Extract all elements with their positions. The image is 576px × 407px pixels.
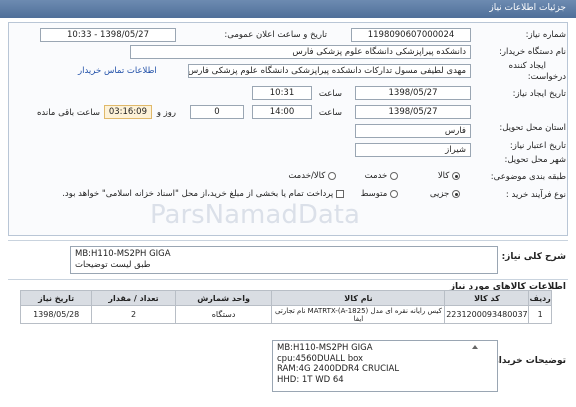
buyer-desc-line-1: MB:H110-MS2PH GIGA [277, 343, 373, 353]
col-code: کد کالا [444, 290, 530, 306]
purchase-option-minor-label: جزیی [429, 189, 450, 199]
radio-both[interactable] [328, 172, 336, 180]
created-date-field[interactable]: 1398/05/27 [355, 86, 471, 100]
city-label: شهر محل تحویل: [504, 155, 566, 165]
summary-label: شرح کلی نیاز: [501, 252, 566, 262]
items-table: ردیف کد کالا نام کالا واحد شمارش تعداد /… [19, 290, 552, 324]
treasury-payment-option[interactable]: پرداخت تمام یا بخشی از مبلغ خرید،از محل … [62, 189, 344, 200]
cell-date: 1398/05/28 [19, 305, 93, 324]
divider [8, 279, 568, 280]
requester-label-2: درخواست: [527, 72, 566, 82]
col-qty: تعداد / مقدار [91, 290, 176, 306]
cell-qty: 2 [91, 305, 176, 324]
buyer-org-field[interactable]: دانشکده پیراپزشکی دانشگاه علوم پزشکی فار… [130, 45, 471, 59]
purchase-option-medium[interactable]: متوسط [361, 189, 398, 200]
requester-field[interactable]: مهدی لطیفی مسول تدارکات دانشکده پیراپزشک… [188, 64, 471, 78]
deadline-time-label: ساعت [318, 108, 342, 118]
need-number-field[interactable]: 1198090607000024 [351, 28, 471, 42]
cell-unit: دستگاه [174, 305, 273, 324]
requester-label-1: ایجاد کننده [508, 61, 546, 71]
summary-field[interactable]: MB:H110-MS2PH GIGA طبق لیست توضیحات [70, 246, 498, 274]
days-field[interactable]: 0 [190, 105, 244, 119]
category-label: طبقه بندی موضوعی: [490, 172, 566, 182]
created-time-label: ساعت [318, 89, 342, 99]
deadline-date-field[interactable]: 1398/05/27 [355, 105, 471, 119]
category-option-goods[interactable]: کالا [438, 171, 460, 182]
radio-medium[interactable] [390, 190, 398, 198]
buyer-desc-line-2: cpu:4560DUALL box [277, 353, 364, 364]
page-title: جزئیات اطلاعات نیاز [489, 3, 566, 13]
col-date: تاریخ نیاز [19, 290, 93, 306]
summary-line-2: طبق لیست توضیحات [75, 259, 151, 270]
announce-label: تاریخ و ساعت اعلان عمومی: [224, 30, 327, 40]
created-label: تاریخ ایجاد نیاز: [512, 89, 566, 99]
category-option-both-label: کالا/خدمت [288, 171, 326, 181]
announce-field[interactable]: 1398/05/27 - 10:33 [40, 28, 176, 42]
divider [8, 240, 568, 241]
col-unit: واحد شمارش [174, 290, 273, 306]
category-option-goods-label: کالا [437, 171, 450, 181]
radio-minor[interactable] [452, 190, 460, 198]
cell-code: 2231200093480037 [444, 305, 530, 324]
remaining-time-field: 03:16:09 [104, 105, 152, 119]
scroll-up-icon[interactable] [472, 345, 478, 349]
category-option-both[interactable]: کالا/خدمت [288, 171, 336, 182]
buyer-desc-line-3: RAM:4G 2400DDR4 CRUCIAL [277, 364, 400, 374]
need-number-label: شماره نیاز: [525, 30, 566, 40]
purchase-option-medium-label: متوسط [360, 189, 388, 199]
deadline-label: تاریخ اعتبار نیاز: [509, 141, 566, 151]
items-header-row: ردیف کد کالا نام کالا واحد شمارش تعداد /… [19, 290, 552, 306]
buyer-desc-field[interactable]: MB:H110-MS2PH GIGA cpu:4560DUALL box RAM… [272, 340, 498, 392]
title-bar: جزئیات اطلاعات نیاز [0, 0, 576, 18]
buyer-org-label: نام دستگاه خریدار: [499, 47, 566, 57]
province-field[interactable]: فارس [355, 124, 471, 138]
buyer-desc-label: توضیحات خریدار: [490, 356, 566, 366]
cell-row: 1 [528, 305, 552, 324]
radio-service[interactable] [390, 172, 398, 180]
days-label: روز و [156, 108, 176, 118]
radio-goods[interactable] [452, 172, 460, 180]
category-option-service-label: خدمت [364, 171, 388, 181]
col-name: نام کالا [271, 290, 446, 306]
cell-name: کیس رایانه نقره ای مدل MATRTX-(A-1825) ن… [271, 305, 446, 324]
deadline-time-field[interactable]: 14:00 [252, 105, 312, 119]
col-row: ردیف [528, 290, 552, 306]
table-row[interactable]: 1 2231200093480037 کیس رایانه نقره ای مد… [19, 305, 552, 324]
category-option-service[interactable]: خدمت [365, 171, 398, 182]
created-time-field[interactable]: 10:31 [252, 86, 312, 100]
purchase-option-minor[interactable]: جزیی [430, 189, 460, 200]
city-field[interactable]: شیراز [355, 143, 471, 157]
summary-line-1: MB:H110-MS2PH GIGA [75, 249, 171, 259]
treasury-checkbox[interactable] [336, 190, 344, 198]
remaining-label: ساعت باقی مانده [36, 108, 100, 118]
province-label: استان محل تحویل: [499, 123, 566, 133]
treasury-note: پرداخت تمام یا بخشی از مبلغ خرید،از محل … [62, 189, 334, 199]
purchase-type-label: نوع فرآیند خرید : [505, 190, 566, 200]
buyer-desc-line-4: HHD: 1T WD 64 [277, 374, 344, 385]
contact-buyer-link[interactable]: اطلاعات تماس خریدار [78, 66, 157, 76]
